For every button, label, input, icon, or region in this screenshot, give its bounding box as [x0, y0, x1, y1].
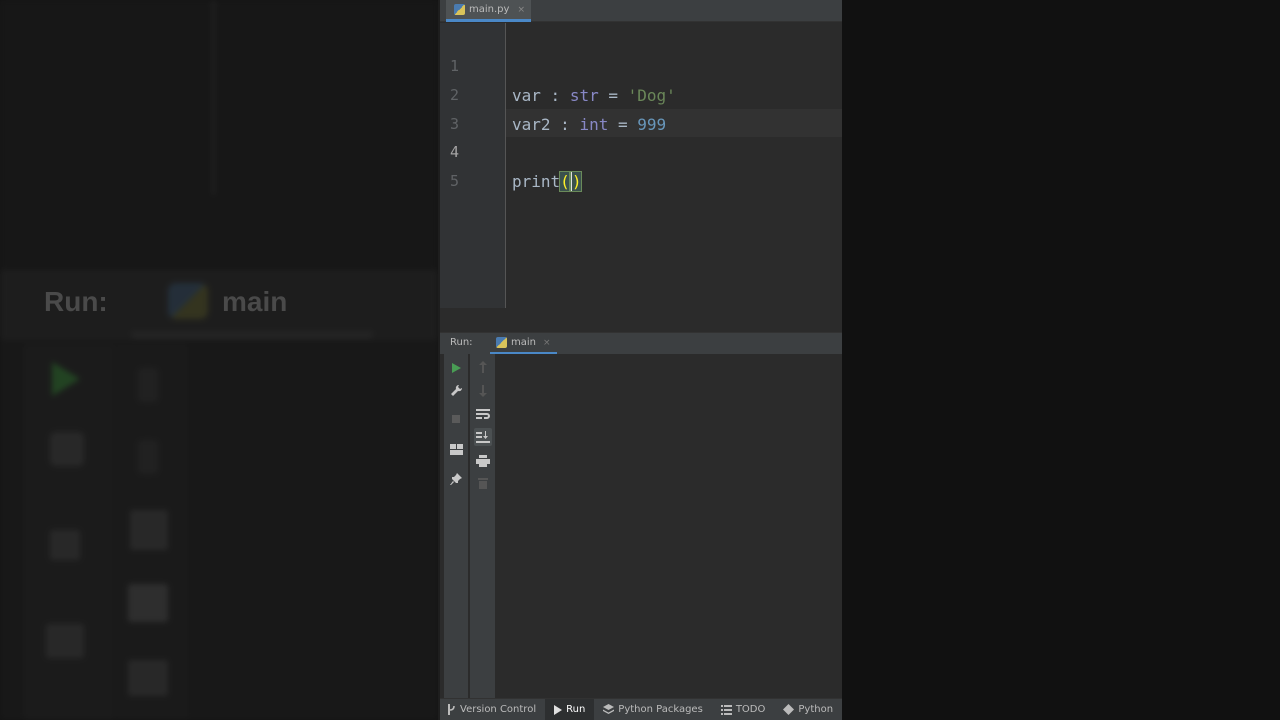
editor-tab-bar: main.py ×	[438, 0, 842, 22]
python-file-icon	[496, 337, 507, 348]
code-line[interactable]: 2 var2 : int = 999	[438, 52, 842, 134]
branch-icon	[448, 704, 455, 715]
code-line-active[interactable]: 4 print()	[438, 109, 842, 192]
editor-tab-label: main.py	[469, 4, 510, 15]
matched-paren: (	[559, 171, 571, 192]
python-console-label: Python	[798, 704, 834, 715]
run-tab-main[interactable]: main ×	[490, 333, 557, 355]
background-blur-left: Run: main	[0, 0, 438, 720]
close-icon[interactable]: ×	[543, 338, 551, 348]
arrow-up-icon[interactable]	[474, 358, 492, 376]
python-file-icon	[454, 4, 465, 15]
list-icon	[720, 704, 732, 715]
print-icon[interactable]	[474, 452, 492, 470]
code-line[interactable]: 1 var : str = 'Dog'	[438, 23, 842, 105]
python-packages-label: Python Packages	[618, 704, 703, 715]
background-run-label: Run:	[44, 286, 108, 317]
scroll-to-end-icon[interactable]	[474, 428, 492, 446]
run-tab-label: main	[511, 337, 536, 348]
layout-icon[interactable]	[447, 440, 465, 458]
arrow-down-icon[interactable]	[474, 382, 492, 400]
python-console-button[interactable]: Python	[774, 699, 842, 720]
run-label: Run	[566, 704, 586, 715]
version-control-label: Version Control	[460, 704, 537, 715]
run-icon	[554, 704, 563, 715]
line-number: 5	[450, 172, 460, 190]
run-label: Run:	[450, 337, 473, 348]
run-toolbar-left	[444, 354, 468, 698]
background-tab-label: main	[222, 286, 288, 317]
run-toolbar-right	[470, 354, 496, 698]
layers-icon	[603, 704, 615, 714]
panel-separator	[438, 308, 842, 332]
background-right	[842, 0, 1280, 720]
python-packages-button[interactable]: Python Packages	[594, 699, 712, 720]
trash-icon[interactable]	[474, 474, 492, 492]
todo-label: TODO	[735, 704, 766, 715]
todo-button[interactable]: TODO	[712, 699, 775, 720]
close-icon[interactable]: ×	[517, 5, 525, 15]
code-editor[interactable]: 1 var : str = 'Dog' 2 var2 : int = 999 3…	[438, 23, 842, 308]
editor-tab-main-py[interactable]: main.py ×	[446, 0, 531, 22]
run-icon[interactable]	[447, 359, 465, 377]
run-console[interactable]	[438, 354, 842, 698]
pin-icon[interactable]	[447, 470, 465, 488]
ide-window: main.py × 1 var : str = 'Dog' 2 var2 : i…	[438, 0, 842, 720]
soft-wrap-icon[interactable]	[474, 405, 492, 423]
wrench-icon[interactable]	[447, 381, 465, 399]
text-cursor: )	[568, 171, 583, 192]
run-tool-window-header: Run: main ×	[438, 332, 842, 355]
ide-left-border	[438, 0, 440, 720]
code-line[interactable]: 5	[438, 138, 842, 190]
bottom-tool-window-bar: Version Control Run Python Packages TODO…	[438, 698, 842, 720]
stop-icon[interactable]	[447, 410, 465, 428]
version-control-button[interactable]: Version Control	[438, 699, 545, 720]
run-button[interactable]: Run	[545, 698, 595, 720]
python-icon	[783, 704, 795, 715]
code-line[interactable]: 3	[438, 81, 842, 133]
